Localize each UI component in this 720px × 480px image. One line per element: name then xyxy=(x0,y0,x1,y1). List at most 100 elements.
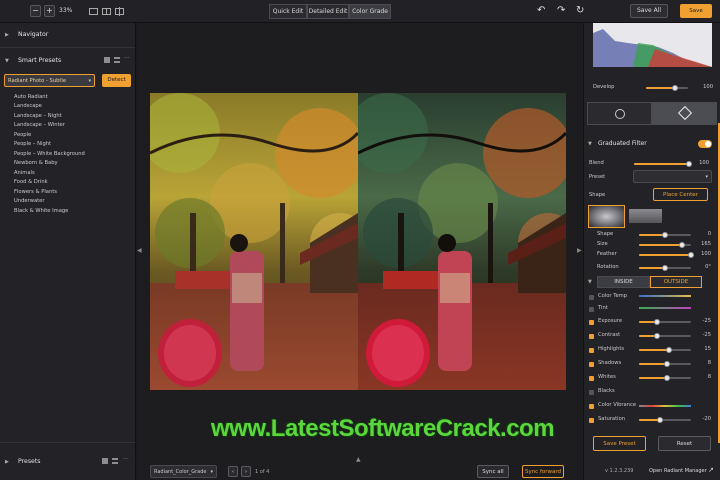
whites-slider[interactable] xyxy=(639,375,691,381)
rotation-slider[interactable] xyxy=(639,265,691,271)
sync-all-button[interactable]: Sync all xyxy=(477,465,509,478)
place-center-button[interactable]: Place Center xyxy=(653,188,708,201)
highlights-checkbox[interactable] xyxy=(589,348,594,353)
sync-forward-button[interactable]: Sync forward xyxy=(522,465,564,478)
prev-image-button[interactable]: ‹ xyxy=(228,466,238,477)
reset-icon[interactable]: ↻ xyxy=(576,5,584,16)
image-canvas[interactable]: ◀ ▶ www.LatestSoftwareCrack.com ▲ Radian… xyxy=(137,23,583,480)
size-slider[interactable] xyxy=(639,242,691,248)
zoom-out-button[interactable]: − xyxy=(30,5,41,17)
list-view-icon[interactable] xyxy=(112,458,118,464)
slider-knob[interactable] xyxy=(662,265,668,271)
presets-title[interactable]: Presets xyxy=(18,458,41,465)
side-by-side-icon[interactable] xyxy=(102,8,111,15)
shape-slider[interactable] xyxy=(639,232,691,238)
slider-knob[interactable] xyxy=(678,242,685,248)
tab-detailed-edit[interactable]: Detailed Edit xyxy=(307,4,349,19)
list-item[interactable]: Newborn & Baby xyxy=(14,160,58,166)
navigator-chevron-icon[interactable]: ▶ xyxy=(5,32,9,38)
list-item[interactable]: Animals xyxy=(14,170,35,176)
filter-preset-select[interactable]: ▾ xyxy=(633,170,712,183)
color-temp-slider[interactable] xyxy=(639,295,691,297)
highlights-slider[interactable] xyxy=(639,347,691,353)
whites-checkbox[interactable] xyxy=(589,376,594,381)
grid-view-icon[interactable] xyxy=(104,57,110,63)
chevron-down-icon[interactable]: ▼ xyxy=(588,279,592,285)
save-all-button[interactable]: Save All xyxy=(630,4,668,18)
list-item[interactable]: Flowers & Plants xyxy=(14,189,57,195)
list-item[interactable]: Landscape – Night xyxy=(14,113,62,119)
color-temp-checkbox[interactable] xyxy=(589,295,594,300)
external-link-icon[interactable]: ↗ xyxy=(708,466,714,474)
radial-shape-option[interactable] xyxy=(588,205,625,228)
tab-outside[interactable]: OUTSIDE xyxy=(650,276,702,288)
feather-slider[interactable] xyxy=(639,252,694,258)
global-mode-tab[interactable] xyxy=(587,102,652,125)
list-item[interactable]: Black & White Image xyxy=(14,208,68,214)
slider-knob[interactable] xyxy=(654,333,661,339)
color-vibrance-slider[interactable] xyxy=(639,405,691,407)
linear-shape-option[interactable] xyxy=(629,209,662,223)
redo-icon[interactable]: ↷ xyxy=(557,5,565,16)
exposure-checkbox[interactable] xyxy=(589,320,594,325)
slider-knob[interactable] xyxy=(654,319,661,325)
exposure-slider[interactable] xyxy=(639,319,691,325)
single-view-icon[interactable] xyxy=(89,8,98,15)
contrast-checkbox[interactable] xyxy=(589,334,594,339)
list-item[interactable]: Food & Drink xyxy=(14,179,48,185)
undo-icon[interactable]: ↶ xyxy=(537,5,545,16)
list-item[interactable]: People xyxy=(14,132,31,138)
list-view-icon[interactable] xyxy=(114,57,120,63)
slider-knob[interactable] xyxy=(672,85,679,91)
more-icon[interactable]: ··· xyxy=(124,55,130,62)
preset-select[interactable]: Radiant Photo - Subtle ▾ xyxy=(4,74,95,87)
next-image-button[interactable]: › xyxy=(241,466,251,477)
collapse-right-icon[interactable]: ▶ xyxy=(577,247,582,254)
zoom-in-button[interactable]: + xyxy=(44,5,55,17)
tab-inside[interactable]: INSIDE xyxy=(597,276,650,288)
list-item[interactable]: Landscape xyxy=(14,103,42,109)
develop-slider[interactable] xyxy=(646,85,688,91)
tint-checkbox[interactable] xyxy=(589,307,594,312)
tab-quick-edit[interactable]: Quick Edit xyxy=(269,4,307,19)
navigator-title[interactable]: Navigator xyxy=(18,31,48,38)
shadows-checkbox[interactable] xyxy=(589,362,594,367)
tint-slider[interactable] xyxy=(639,307,691,309)
filmstrip-toggle-icon[interactable]: ▲ xyxy=(356,456,361,463)
open-manager-link[interactable]: Open Radiant Manager xyxy=(649,468,707,474)
list-item[interactable]: Underwater xyxy=(14,198,44,204)
chevron-down-icon[interactable]: ▼ xyxy=(588,141,592,147)
slider-knob[interactable] xyxy=(662,232,668,238)
list-item[interactable]: People – Night xyxy=(14,141,51,147)
contrast-slider[interactable] xyxy=(639,333,691,339)
tab-color-grade[interactable]: Color Grade xyxy=(349,4,391,19)
blend-slider[interactable] xyxy=(634,161,692,167)
detect-button[interactable]: Detect xyxy=(102,74,131,87)
slider-knob[interactable] xyxy=(663,361,670,367)
reset-button[interactable]: Reset xyxy=(658,436,711,451)
graduated-filter-toggle[interactable] xyxy=(698,140,712,148)
smart-presets-chevron-icon[interactable]: ▼ xyxy=(5,58,9,64)
save-button[interactable]: Save xyxy=(680,4,712,18)
grid-view-icon[interactable] xyxy=(102,458,108,464)
preset-label: Preset xyxy=(589,174,606,180)
more-icon[interactable]: ··· xyxy=(123,456,129,463)
slider-knob[interactable] xyxy=(656,417,663,423)
list-item[interactable]: Landscape – Winter xyxy=(14,122,65,128)
presets-chevron-icon[interactable]: ▶ xyxy=(5,459,9,465)
collapse-left-icon[interactable]: ◀ xyxy=(137,247,142,254)
split-view-icon[interactable] xyxy=(115,7,124,16)
slider-knob[interactable] xyxy=(666,347,673,353)
color-vibrance-checkbox[interactable] xyxy=(589,404,594,409)
list-item[interactable]: Auto Radiant xyxy=(14,94,48,100)
file-select[interactable]: Radiant_Color_Grade ▾ xyxy=(150,465,217,478)
list-item[interactable]: People – White Background xyxy=(14,151,85,157)
smart-presets-title[interactable]: Smart Presets xyxy=(18,57,61,64)
blacks-checkbox[interactable] xyxy=(589,390,594,395)
saturation-slider[interactable] xyxy=(639,417,691,423)
saturation-checkbox[interactable] xyxy=(589,418,594,423)
shadows-slider[interactable] xyxy=(639,361,691,367)
slider-knob[interactable] xyxy=(663,375,670,381)
save-preset-button[interactable]: Save Preset xyxy=(593,436,646,451)
local-mode-tab[interactable] xyxy=(652,102,717,125)
